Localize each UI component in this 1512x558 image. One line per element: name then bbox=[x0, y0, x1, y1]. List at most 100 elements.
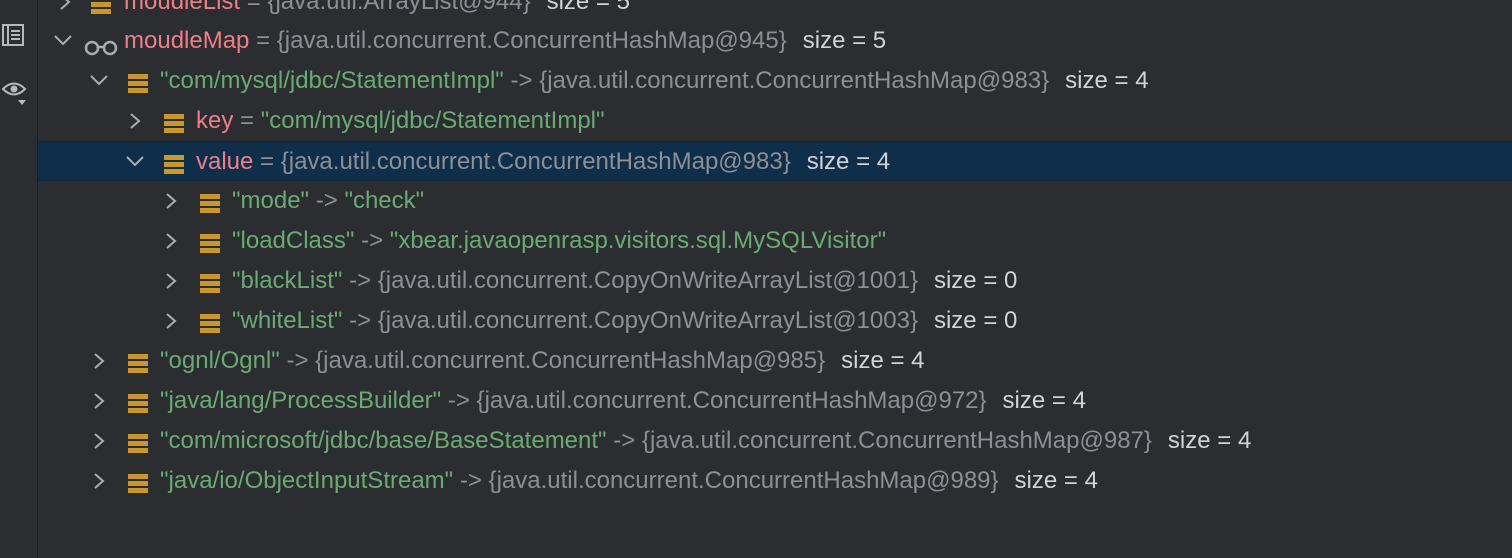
entry-key: "whiteList" bbox=[232, 307, 343, 334]
size-text: size = 0 bbox=[933, 267, 1018, 294]
equals-sign: = bbox=[240, 107, 255, 134]
entry-label: "com/mysql/jdbc/StatementImpl" -> {java.… bbox=[160, 61, 1149, 101]
chevron-right-icon[interactable] bbox=[90, 381, 110, 421]
size-text: size = 0 bbox=[933, 307, 1018, 334]
arrow: -> bbox=[447, 387, 470, 414]
entry-key: "com/mysql/jdbc/StatementImpl" bbox=[160, 67, 504, 94]
variable-value: {java.util.ArrayList@944} bbox=[267, 0, 531, 15]
variable-name: value bbox=[196, 148, 254, 175]
entry-value: {java.util.concurrent.ConcurrentHashMap@… bbox=[641, 427, 1152, 454]
chevron-right-icon[interactable] bbox=[56, 0, 76, 22]
equals-sign: = bbox=[246, 0, 261, 15]
variable-name: moudleMap bbox=[124, 27, 250, 54]
chevron-right-icon[interactable] bbox=[162, 221, 182, 261]
field-icon bbox=[127, 389, 149, 413]
chevron-right-icon[interactable] bbox=[90, 461, 110, 501]
chevron-right-icon[interactable] bbox=[90, 341, 110, 381]
entry-key: "loadClass" bbox=[232, 227, 355, 254]
entry-label: "mode" -> "check" bbox=[232, 181, 424, 221]
list-icon[interactable] bbox=[2, 22, 28, 48]
tree-row-entry[interactable]: "com/mysql/jdbc/StatementImpl" -> {java.… bbox=[38, 61, 1512, 101]
entry-key: "blackList" bbox=[232, 267, 343, 294]
variable-label: value = {java.util.concurrent.Concurrent… bbox=[196, 142, 890, 182]
entry-value: {java.util.concurrent.ConcurrentHashMap@… bbox=[488, 467, 999, 494]
variable-label: key = "com/mysql/jdbc/StatementImpl" bbox=[196, 101, 605, 141]
entry-value: {java.util.concurrent.ConcurrentHashMap@… bbox=[539, 67, 1050, 94]
eye-dropdown-icon[interactable] bbox=[1, 78, 28, 105]
size-text: size = 4 bbox=[806, 148, 891, 175]
field-icon bbox=[127, 349, 149, 373]
entry-key: "ognl/Ognl" bbox=[160, 347, 280, 374]
size-text: size = 4 bbox=[1014, 467, 1098, 494]
tree-row-whiteList[interactable]: "whiteList" -> {java.util.concurrent.Cop… bbox=[38, 301, 1512, 341]
chevron-down-icon[interactable] bbox=[88, 61, 108, 101]
variable-name: moudleList bbox=[124, 0, 241, 15]
debugger-side-toolbar bbox=[0, 0, 38, 558]
field-icon bbox=[127, 429, 149, 453]
chevron-right-icon[interactable] bbox=[90, 421, 110, 461]
size-text: size = 4 bbox=[841, 347, 925, 374]
debugger-variables-panel: moudleList = {java.util.ArrayList@944} si… bbox=[0, 0, 1512, 558]
variable-label: moudleMap = {java.util.concurrent.Concur… bbox=[124, 21, 886, 61]
chevron-down-icon[interactable] bbox=[52, 21, 72, 61]
tree-row-entry[interactable]: "java/io/ObjectInputStream" -> {java.uti… bbox=[38, 461, 1512, 501]
entry-label: "java/lang/ProcessBuilder" -> {java.util… bbox=[160, 381, 1086, 421]
size-text: size = 5 bbox=[802, 27, 887, 54]
entry-label: "com/microsoft/jdbc/base/BaseStatement" … bbox=[160, 421, 1251, 461]
field-icon bbox=[90, 0, 112, 14]
tree-row-entry[interactable]: "java/lang/ProcessBuilder" -> {java.util… bbox=[38, 381, 1512, 421]
variable-name: key bbox=[196, 107, 234, 134]
tree-row-moudleList[interactable]: moudleList = {java.util.ArrayList@944} si… bbox=[38, 0, 1512, 22]
field-icon bbox=[199, 229, 221, 253]
chevron-right-icon[interactable] bbox=[162, 301, 182, 341]
tree-row-moudleMap[interactable]: moudleMap = {java.util.concurrent.Concur… bbox=[38, 21, 1512, 61]
tree-row-loadClass[interactable]: "loadClass" -> "xbear.javaopenrasp.visit… bbox=[38, 221, 1512, 261]
entry-value: "check" bbox=[344, 187, 425, 214]
tree-row-value-selected[interactable]: value = {java.util.concurrent.Concurrent… bbox=[38, 141, 1512, 181]
field-icon bbox=[127, 469, 149, 493]
arrow: -> bbox=[361, 227, 384, 254]
entry-value: {java.util.concurrent.ConcurrentHashMap@… bbox=[315, 347, 826, 374]
entry-value: {java.util.concurrent.CopyOnWriteArrayLi… bbox=[377, 307, 918, 334]
entry-value: "xbear.javaopenrasp.visitors.sql.MySQLVi… bbox=[389, 227, 887, 254]
variable-value: {java.util.concurrent.ConcurrentHashMap@… bbox=[280, 148, 791, 175]
equals-sign: = bbox=[260, 148, 275, 175]
entry-key: "com/microsoft/jdbc/base/BaseStatement" bbox=[160, 427, 607, 454]
entry-label: "blackList" -> {java.util.concurrent.Cop… bbox=[232, 261, 1017, 301]
variable-value: "com/mysql/jdbc/StatementImpl" bbox=[260, 107, 605, 134]
field-icon bbox=[127, 69, 149, 93]
tree-row-entry[interactable]: "ognl/Ognl" -> {java.util.concurrent.Con… bbox=[38, 341, 1512, 381]
entry-key: "java/io/ObjectInputStream" bbox=[160, 467, 454, 494]
field-icon bbox=[163, 150, 185, 174]
entry-label: "java/io/ObjectInputStream" -> {java.uti… bbox=[160, 461, 1098, 501]
watch-glasses-icon bbox=[84, 31, 120, 56]
arrow: -> bbox=[349, 267, 372, 294]
size-text: size = 4 bbox=[1002, 387, 1086, 414]
equals-sign: = bbox=[256, 27, 271, 54]
arrow: -> bbox=[286, 347, 309, 374]
size-text: size = 5 bbox=[546, 0, 630, 15]
tree-row-key[interactable]: key = "com/mysql/jdbc/StatementImpl" bbox=[38, 101, 1512, 141]
entry-label: "whiteList" -> {java.util.concurrent.Cop… bbox=[232, 301, 1017, 341]
tree-row-mode[interactable]: "mode" -> "check" bbox=[38, 181, 1512, 221]
arrow: -> bbox=[613, 427, 636, 454]
tree-row-entry[interactable]: "com/microsoft/jdbc/base/BaseStatement" … bbox=[38, 421, 1512, 461]
chevron-right-icon[interactable] bbox=[126, 101, 146, 141]
chevron-right-icon[interactable] bbox=[162, 261, 182, 301]
field-icon bbox=[199, 269, 221, 293]
arrow: -> bbox=[315, 187, 338, 214]
variable-value: {java.util.concurrent.ConcurrentHashMap@… bbox=[276, 27, 787, 54]
tree-row-blackList[interactable]: "blackList" -> {java.util.concurrent.Cop… bbox=[38, 261, 1512, 301]
field-icon bbox=[199, 309, 221, 333]
entry-value: {java.util.concurrent.CopyOnWriteArrayLi… bbox=[377, 267, 918, 294]
size-text: size = 4 bbox=[1065, 67, 1149, 94]
entry-label: "ognl/Ognl" -> {java.util.concurrent.Con… bbox=[160, 341, 925, 381]
chevron-right-icon[interactable] bbox=[162, 181, 182, 221]
variable-label: moudleList = {java.util.ArrayList@944} si… bbox=[124, 0, 630, 22]
arrow: -> bbox=[510, 67, 533, 94]
size-text: size = 4 bbox=[1167, 427, 1252, 454]
field-icon bbox=[163, 109, 185, 133]
chevron-down-icon[interactable] bbox=[124, 142, 144, 182]
arrow: -> bbox=[459, 467, 482, 494]
entry-key: "mode" bbox=[232, 187, 310, 214]
